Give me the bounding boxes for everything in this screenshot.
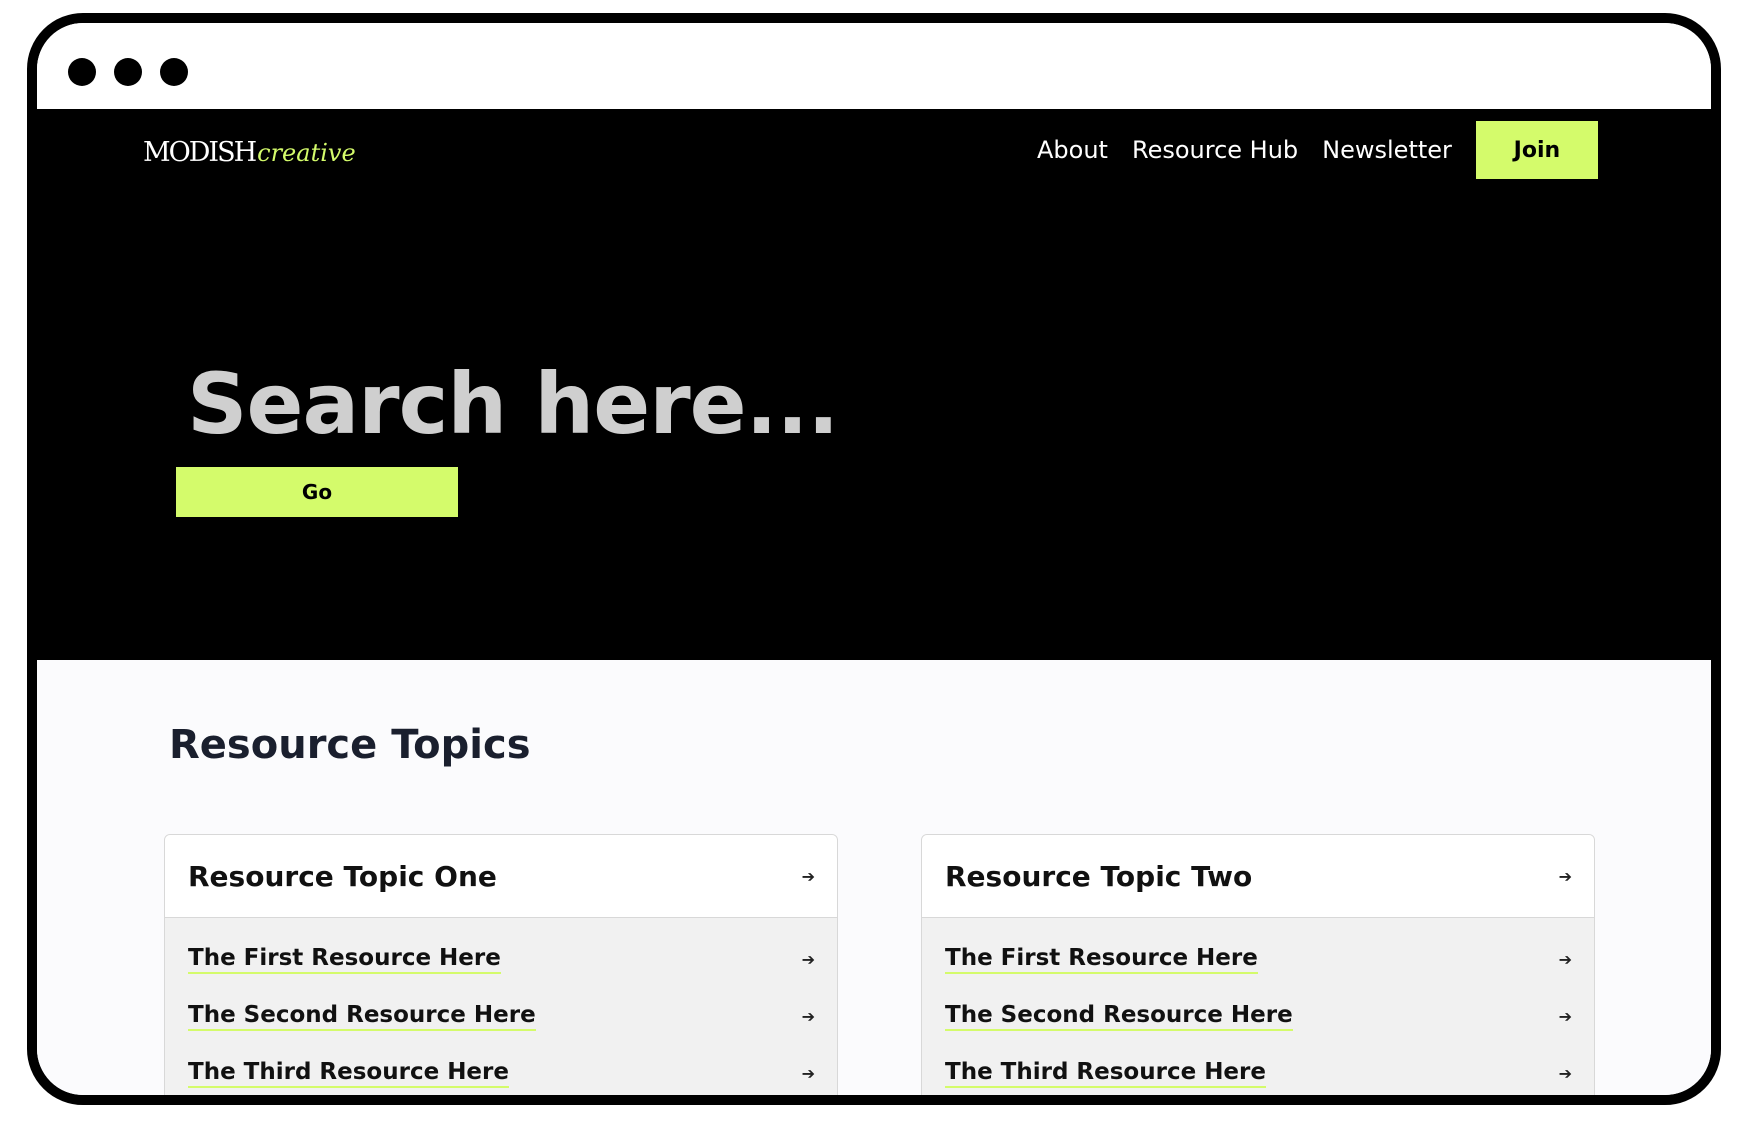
resource-link[interactable]: The Second Resource Here ➔ xyxy=(922,1001,1594,1058)
arrow-right-icon: ➔ xyxy=(1558,866,1572,886)
window-dot-maximize[interactable] xyxy=(160,58,188,86)
hero-section: MODISH creative About Resource Hub Newsl… xyxy=(37,109,1711,660)
resource-list: The First Resource Here ➔ The Second Res… xyxy=(922,918,1594,1095)
arrow-right-icon: ➔ xyxy=(801,1064,815,1083)
nav-link-resource-hub[interactable]: Resource Hub xyxy=(1132,136,1298,164)
section-title: Resource Topics xyxy=(169,722,531,768)
arrow-right-icon: ➔ xyxy=(1558,1064,1572,1083)
arrow-right-icon: ➔ xyxy=(801,866,815,886)
search-input[interactable] xyxy=(187,354,987,454)
resource-link-label: The Third Resource Here xyxy=(945,1058,1266,1088)
topic-card: Resource Topic Two ➔ The First Resource … xyxy=(921,834,1595,1095)
resource-link-label: The Third Resource Here xyxy=(188,1058,509,1088)
window-dot-minimize[interactable] xyxy=(114,58,142,86)
nav-link-about[interactable]: About xyxy=(1037,136,1108,164)
resource-link-label: The Second Resource Here xyxy=(945,1001,1293,1031)
browser-frame: MODISH creative About Resource Hub Newsl… xyxy=(27,13,1721,1105)
resource-link-label: The First Resource Here xyxy=(188,944,501,974)
arrow-right-icon: ➔ xyxy=(1558,950,1572,969)
resource-link[interactable]: The Third Resource Here ➔ xyxy=(165,1058,837,1095)
topic-card-header[interactable]: Resource Topic Two ➔ xyxy=(922,835,1594,918)
resource-link-label: The First Resource Here xyxy=(945,944,1258,974)
arrow-right-icon: ➔ xyxy=(1558,1007,1572,1026)
nav-link-newsletter[interactable]: Newsletter xyxy=(1322,136,1452,164)
topic-card-title: Resource Topic One xyxy=(188,859,497,893)
topic-card: Resource Topic One ➔ The First Resource … xyxy=(164,834,838,1095)
resource-link[interactable]: The First Resource Here ➔ xyxy=(922,944,1594,1001)
window-dot-close[interactable] xyxy=(68,58,96,86)
resource-link[interactable]: The Second Resource Here ➔ xyxy=(165,1001,837,1058)
resource-link[interactable]: The First Resource Here ➔ xyxy=(165,944,837,1001)
logo-accent-text: creative xyxy=(257,139,356,167)
go-button[interactable]: Go xyxy=(176,467,458,517)
brand-logo[interactable]: MODISH creative xyxy=(143,137,356,171)
join-button[interactable]: Join xyxy=(1475,121,1598,179)
resource-list: The First Resource Here ➔ The Second Res… xyxy=(165,918,837,1095)
arrow-right-icon: ➔ xyxy=(801,1007,815,1026)
window-titlebar xyxy=(37,23,1711,109)
arrow-right-icon: ➔ xyxy=(801,950,815,969)
logo-main-text: MODISH xyxy=(143,137,257,168)
topic-card-header[interactable]: Resource Topic One ➔ xyxy=(165,835,837,918)
topic-card-title: Resource Topic Two xyxy=(945,859,1253,893)
resource-link-label: The Second Resource Here xyxy=(188,1001,536,1031)
resource-topics-section: Resource Topics Resource Topic One ➔ The… xyxy=(37,660,1711,1095)
resource-link[interactable]: The Third Resource Here ➔ xyxy=(922,1058,1594,1095)
main-nav: About Resource Hub Newsletter Join xyxy=(1037,109,1598,191)
